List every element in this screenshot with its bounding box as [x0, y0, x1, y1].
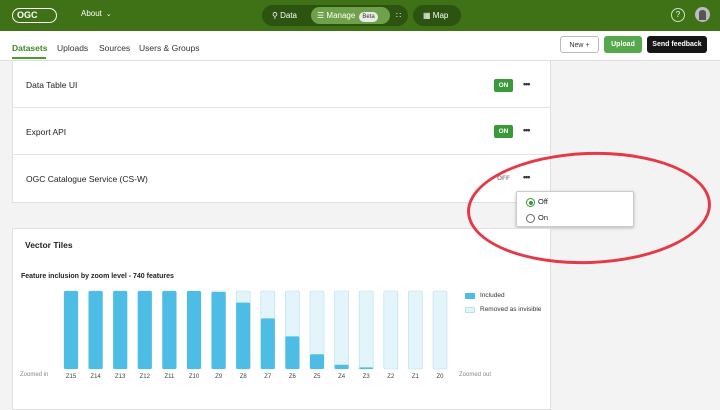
chart-title: Feature inclusion by zoom level - 740 fe…: [21, 273, 174, 280]
vector-tiles-title: Vector Tiles: [25, 240, 73, 250]
new-label: New: [569, 42, 584, 49]
tab-datasets[interactable]: Datasets: [12, 43, 47, 53]
service-row: Export API ON •••: [13, 108, 550, 155]
services-card: Data Table UI ON ••• Export API ON ••• O…: [12, 60, 551, 203]
zoomed-in-label: Zoomed in: [20, 372, 49, 378]
legend-swatch: [465, 293, 475, 299]
ogc-logo[interactable]: OGC: [12, 8, 57, 23]
active-tab-indicator: [12, 57, 46, 59]
nav-manage-label: Manage: [326, 11, 356, 20]
service-label: Export API: [26, 127, 67, 137]
sub-navigation: Datasets Uploads Sources Users & Groups …: [0, 31, 720, 61]
nav-data-button[interactable]: ⚲ Data: [268, 7, 301, 24]
map-icon: ▦: [423, 11, 431, 20]
map-pill: ▦ Map: [413, 5, 461, 26]
legend-swatch: [465, 307, 475, 313]
layers-icon: ☰: [317, 11, 325, 20]
legend-label: Removed as invisible: [480, 306, 542, 313]
search-icon: ⚲: [272, 11, 278, 20]
send-feedback-button[interactable]: Send feedback: [647, 36, 707, 53]
top-bar: OGC About ⌄ ⚲ Data ☰ Manage Beta ∷ ▦ Map ?: [0, 0, 720, 31]
grid-icon[interactable]: ∷: [396, 7, 401, 24]
tab-users-groups[interactable]: Users & Groups: [139, 43, 199, 53]
nav-manage-button[interactable]: ☰ Manage Beta: [311, 7, 390, 24]
service-toggle[interactable]: ON: [494, 125, 513, 138]
more-options-icon[interactable]: •••: [523, 125, 531, 135]
nav-map-button[interactable]: ▦ Map: [421, 7, 450, 24]
about-label: About: [81, 9, 102, 18]
plus-icon: +: [585, 42, 590, 49]
new-button[interactable]: New +: [560, 36, 599, 53]
tab-sources[interactable]: Sources: [99, 43, 130, 53]
service-row: Data Table UI ON •••: [13, 61, 550, 108]
service-toggle[interactable]: ON: [494, 79, 513, 92]
more-options-icon[interactable]: •••: [523, 79, 531, 89]
logo-text: OGC: [17, 10, 38, 20]
mode-switcher: ⚲ Data ☰ Manage Beta ∷: [262, 5, 408, 26]
service-label: Data Table UI: [26, 80, 78, 90]
upload-button[interactable]: Upload: [604, 36, 642, 53]
legend-label: Included: [480, 292, 505, 299]
beta-badge: Beta: [359, 12, 378, 22]
tab-uploads[interactable]: Uploads: [57, 43, 88, 53]
zoomed-out-label: Zoomed out: [459, 372, 492, 378]
about-menu[interactable]: About ⌄: [81, 9, 112, 18]
avatar[interactable]: [695, 7, 710, 22]
nav-data-label: Data: [280, 11, 297, 20]
nav-map-label: Map: [432, 11, 449, 20]
chevron-down-icon: ⌄: [105, 11, 112, 18]
service-row: OGC Catalogue Service (CS-W) OFF •••: [13, 155, 550, 201]
vector-tiles-card: [12, 228, 551, 410]
help-icon[interactable]: ?: [671, 8, 685, 22]
service-label: OGC Catalogue Service (CS-W): [26, 174, 148, 184]
